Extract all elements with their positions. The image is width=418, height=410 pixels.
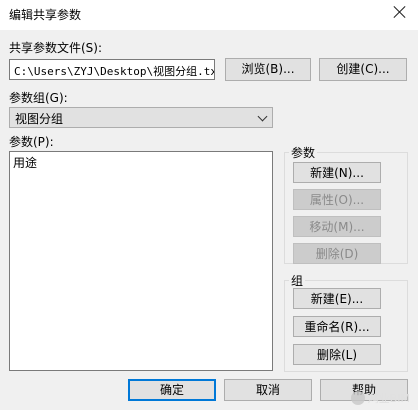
new-group-button[interactable]: 新建(E)...: [293, 288, 381, 309]
ok-button[interactable]: 确定: [128, 379, 216, 401]
params-list[interactable]: 用途: [9, 151, 273, 371]
param-group-label: 参数组(G):: [9, 91, 68, 105]
cancel-button[interactable]: 取消: [224, 379, 312, 401]
watermark-text: 鸿业BIM: [367, 392, 410, 405]
new-parameter-button[interactable]: 新建(N)...: [293, 162, 381, 183]
move-parameter-button[interactable]: 移动(M)...: [293, 216, 381, 237]
file-label: 共享参数文件(S):: [9, 41, 103, 55]
params-label: 参数(P):: [9, 135, 54, 149]
close-icon[interactable]: [392, 4, 408, 20]
watermark: 鸿业BIM: [350, 390, 410, 406]
delete-group-button[interactable]: 删除(L): [293, 344, 381, 365]
browse-button[interactable]: 浏览(B)...: [225, 58, 311, 81]
chevron-down-icon: [257, 111, 268, 122]
parameter-properties-button[interactable]: 属性(O)...: [293, 189, 381, 210]
params-groupbox-title: 参数: [289, 144, 318, 161]
title-bar: 编辑共享参数: [0, 0, 418, 30]
param-group-select[interactable]: 视图分组: [9, 107, 273, 128]
group-groupbox-title: 组: [289, 272, 306, 289]
watermark-logo-icon: [350, 391, 365, 405]
delete-parameter-button[interactable]: 删除(D): [293, 243, 381, 264]
rename-group-button[interactable]: 重命名(R)...: [293, 316, 381, 337]
window-title: 编辑共享参数: [9, 8, 82, 22]
file-path-field[interactable]: C:\Users\ZYJ\Desktop\视图分组.txt: [9, 59, 215, 80]
param-group-selected: 视图分组: [15, 112, 64, 126]
list-item[interactable]: 用途: [13, 154, 269, 171]
create-button[interactable]: 创建(C)...: [319, 58, 407, 81]
